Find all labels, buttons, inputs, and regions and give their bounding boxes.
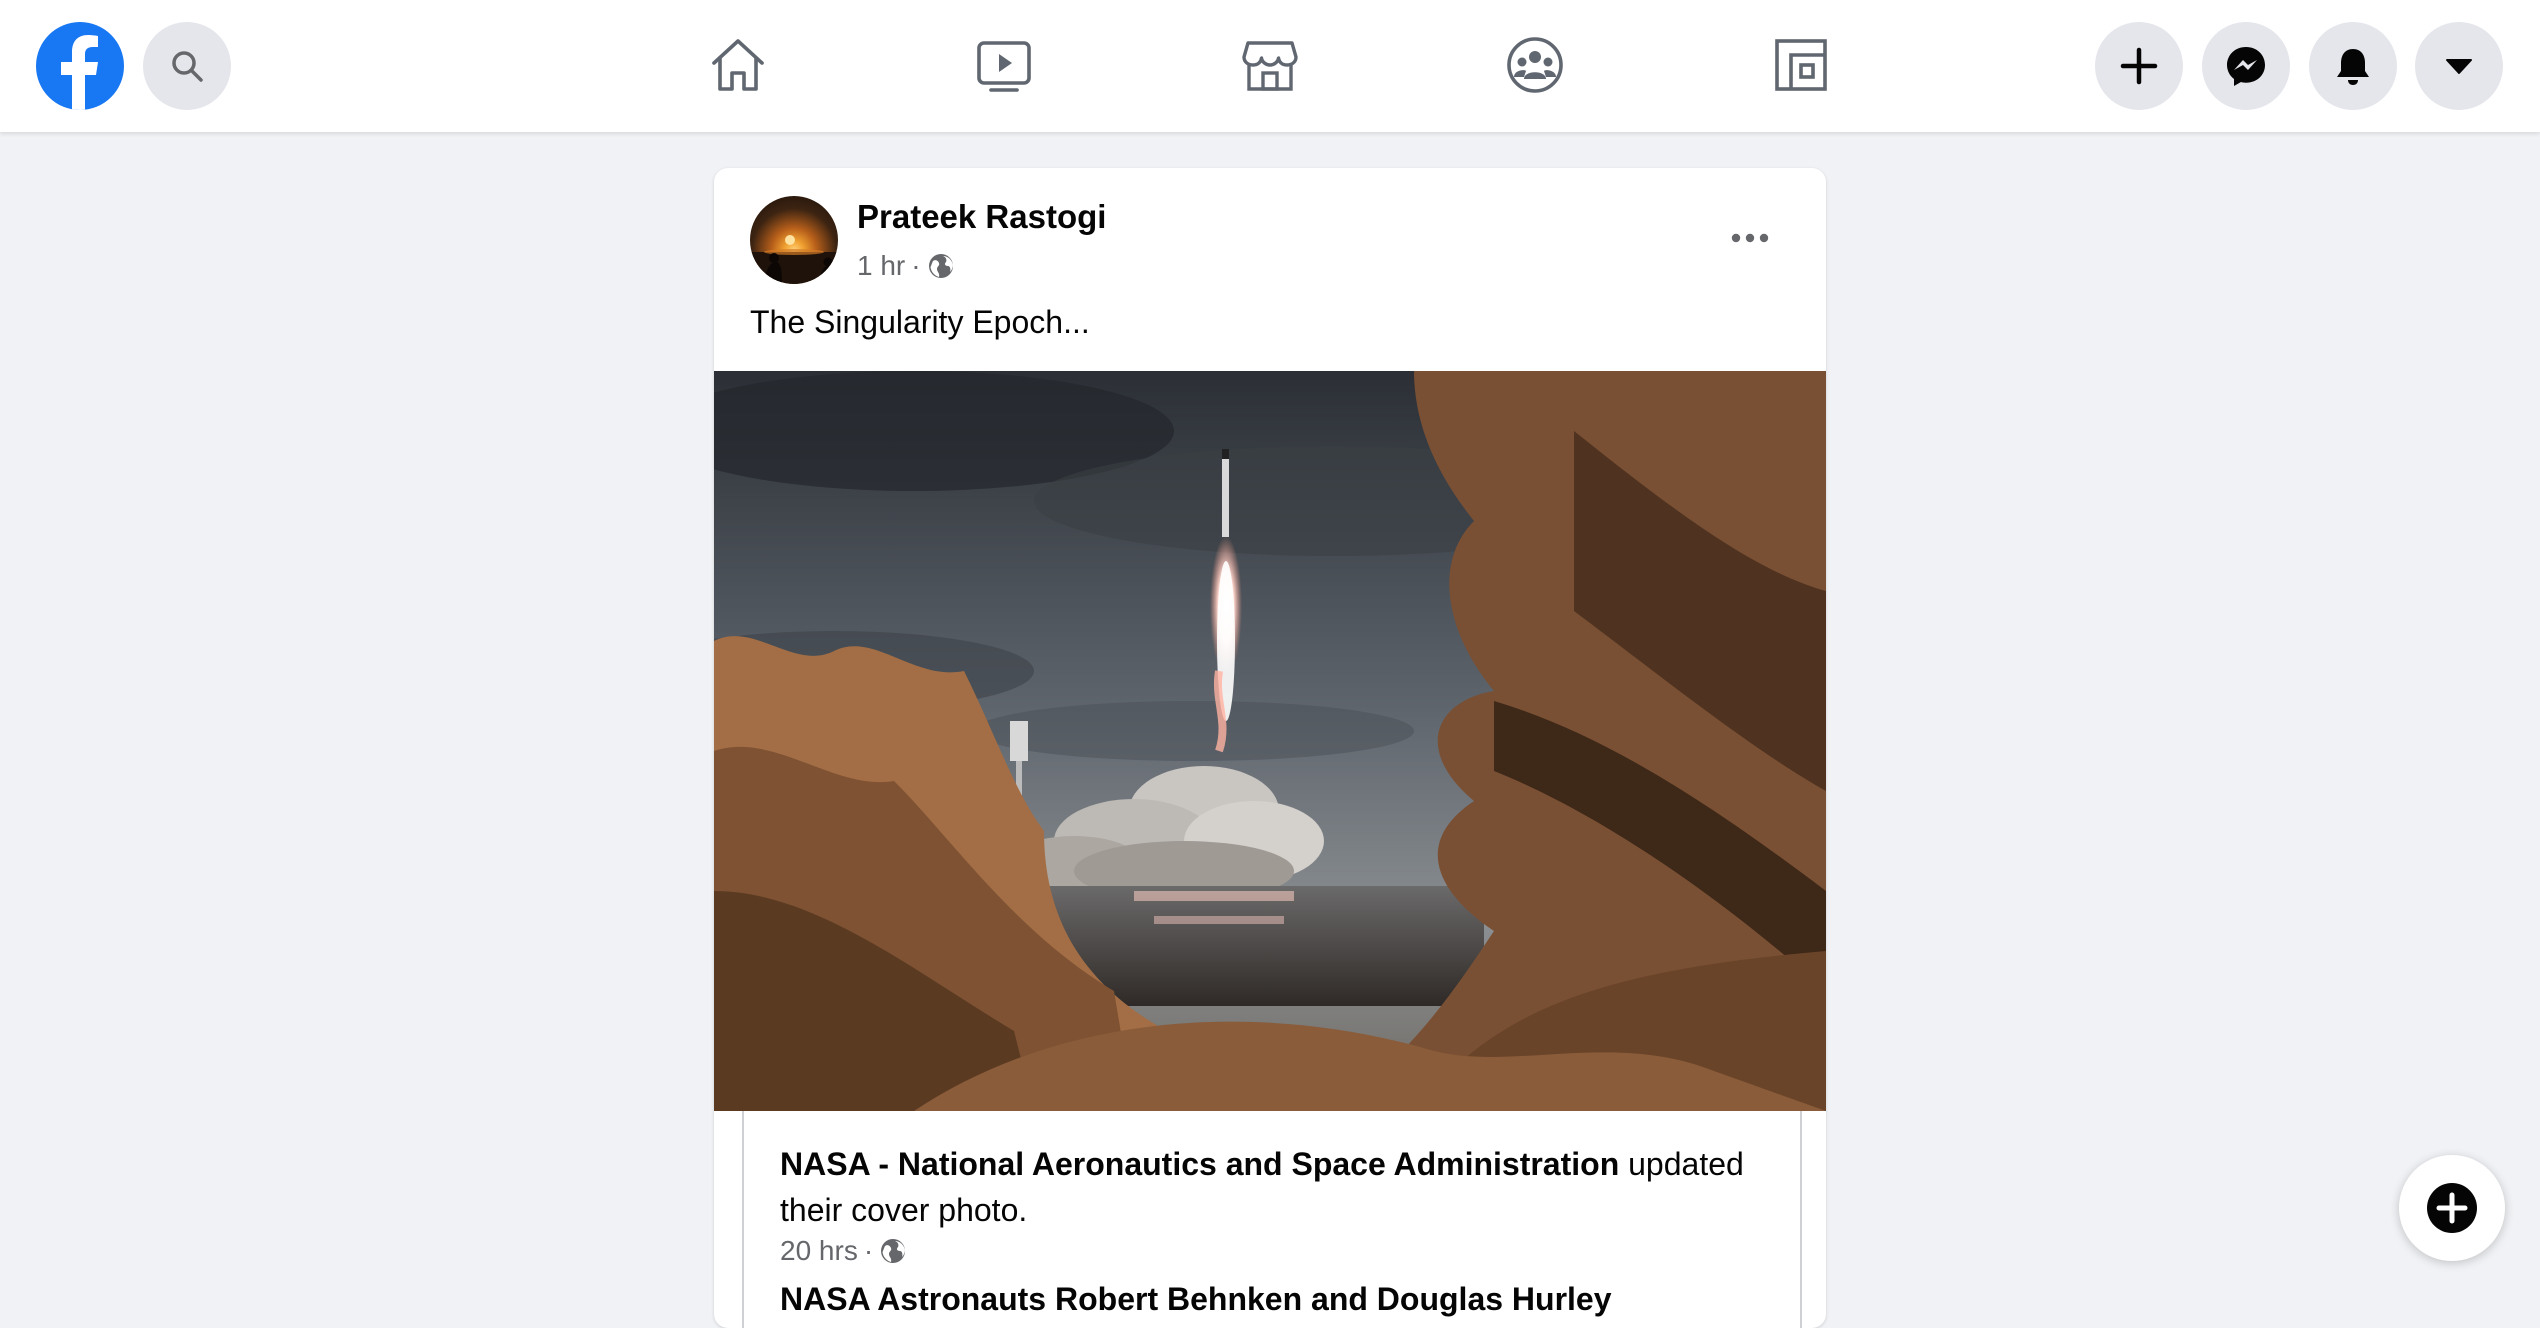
post-photo[interactable] — [714, 371, 1826, 1111]
marketplace-icon — [1242, 41, 1298, 91]
gaming-icon — [1775, 39, 1827, 91]
post-more-options-button[interactable] — [1710, 198, 1790, 278]
notifications-button[interactable] — [2309, 22, 2397, 110]
more-options-icon — [1731, 233, 1769, 243]
globe-icon[interactable] — [927, 252, 955, 280]
shared-post-meta: 20 hrs · — [780, 1235, 907, 1267]
globe-icon[interactable] — [879, 1237, 907, 1265]
create-plus-icon — [2120, 47, 2158, 85]
watch-icon — [977, 41, 1031, 92]
shared-meta-separator: · — [863, 1235, 874, 1266]
messenger-icon — [2227, 47, 2265, 86]
new-message-button[interactable] — [2399, 1155, 2505, 1261]
nav-home[interactable] — [703, 30, 773, 100]
facebook-logo-icon[interactable] — [36, 22, 124, 110]
search-icon — [172, 51, 203, 82]
groups-icon — [1507, 37, 1563, 93]
meta-separator: · — [911, 250, 921, 281]
author-avatar[interactable] — [750, 196, 838, 284]
shared-post-timestamp[interactable]: 20 hrs — [780, 1235, 858, 1267]
shared-post-headline: NASA - National Aeronautics and Space Ad… — [780, 1141, 1780, 1233]
shared-page-name[interactable]: NASA - National Aeronautics and Space Ad… — [780, 1146, 1619, 1182]
nav-gaming[interactable] — [1766, 30, 1836, 100]
nav-watch[interactable] — [969, 30, 1039, 100]
shared-post-caption: NASA Astronauts Robert Behnken and Dougl… — [780, 1281, 1612, 1317]
author-name[interactable]: Prateek Rastogi — [857, 198, 1106, 236]
home-icon — [712, 39, 764, 91]
messenger-button[interactable] — [2202, 22, 2290, 110]
new-message-icon — [2427, 1183, 2477, 1233]
account-caret-icon — [2446, 59, 2472, 74]
post-meta: 1 hr · — [857, 250, 955, 282]
nav-marketplace[interactable] — [1235, 30, 1305, 100]
create-button[interactable] — [2095, 22, 2183, 110]
nav-groups[interactable] — [1500, 30, 1570, 100]
search-button[interactable] — [143, 22, 231, 110]
notifications-bell-icon — [2337, 49, 2369, 85]
account-menu-button[interactable] — [2415, 22, 2503, 110]
top-navigation-bar — [0, 0, 2540, 132]
shared-post-attachment[interactable]: NASA - National Aeronautics and Space Ad… — [742, 1111, 1802, 1328]
feed-post-card: Prateek Rastogi 1 hr · The Singularity E… — [714, 168, 1826, 1328]
post-text: The Singularity Epoch... — [750, 304, 1090, 340]
post-timestamp[interactable]: 1 hr — [857, 250, 905, 282]
